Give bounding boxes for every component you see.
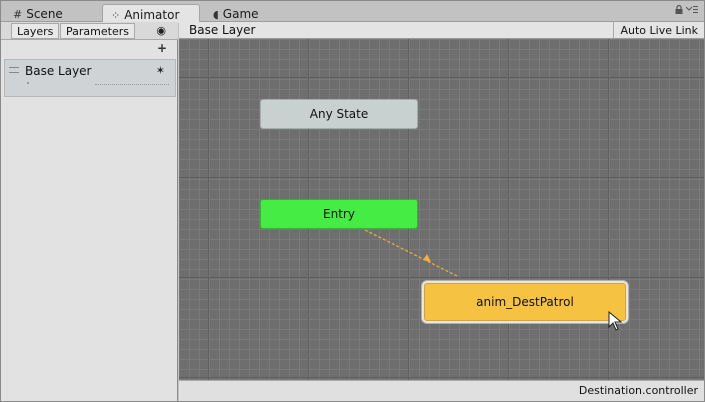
controller-file-name: Destination.controller (578, 384, 698, 397)
tab-parameters-label: Parameters (66, 24, 129, 38)
state-anim-destpatrol-label: anim_DestPatrol (476, 295, 574, 309)
graph-toolbar: Base Layer Auto Live Link (179, 22, 704, 39)
layer-weight-marker (27, 82, 29, 84)
tab-layers-label: Layers (17, 24, 54, 38)
tab-layers[interactable]: Layers (11, 23, 60, 39)
lock-icon[interactable] (675, 4, 683, 17)
state-anim-destpatrol[interactable]: anim_DestPatrol (424, 283, 626, 321)
mouse-cursor-icon (608, 310, 623, 334)
layer-item-base[interactable]: Base Layer ✶ (4, 59, 176, 97)
tab-animator[interactable]: ⁘ Animator (102, 4, 200, 23)
animator-icon: ⁘ (111, 8, 121, 22)
auto-live-link-label: Auto Live Link (620, 23, 698, 37)
tab-animator-label: Animator (124, 8, 180, 22)
transitions-layer (364, 229, 458, 277)
window-controls (675, 4, 698, 17)
tab-parameters[interactable]: Parameters (60, 23, 135, 39)
eye-icon[interactable]: ◉ (156, 24, 166, 37)
tab-scene-label: Scene (26, 7, 63, 21)
state-any-state-label: Any State (309, 107, 369, 121)
menu-icon[interactable] (685, 5, 698, 17)
state-machine-graph[interactable]: Any State Entry anim_DestPatrol (179, 39, 704, 380)
breadcrumb[interactable]: Base Layer (189, 23, 256, 37)
auto-live-link-button[interactable]: Auto Live Link (613, 22, 704, 38)
state-any-state[interactable]: Any State (260, 99, 418, 129)
window-tab-bar: # Scene ⁘ Animator ◖ Game (1, 1, 704, 23)
pacman-icon: ◖ (213, 7, 219, 21)
gear-icon[interactable]: ✶ (156, 64, 165, 77)
add-layer-icon[interactable]: + (157, 41, 167, 55)
grid-icon: # (13, 7, 23, 21)
tab-game[interactable]: ◖ Game (205, 4, 267, 22)
animator-window: # Scene ⁘ Animator ◖ Game Layers Paramet (0, 0, 705, 402)
transition-arrow-icon (423, 254, 431, 262)
transition-entry-to-default (364, 229, 458, 277)
layer-name: Base Layer (25, 64, 92, 78)
tab-scene[interactable]: # Scene (5, 4, 71, 22)
drag-handle-icon[interactable] (9, 67, 19, 73)
layers-panel-tabs: Layers Parameters ◉ (1, 22, 178, 40)
state-entry[interactable]: Entry (260, 199, 418, 229)
state-entry-label: Entry (323, 207, 355, 221)
layer-weight-slider[interactable] (95, 84, 169, 85)
status-bar: Destination.controller (179, 380, 704, 401)
layers-panel: Layers Parameters ◉ + Base Layer ✶ (1, 22, 178, 401)
tab-game-label: Game (222, 7, 259, 21)
